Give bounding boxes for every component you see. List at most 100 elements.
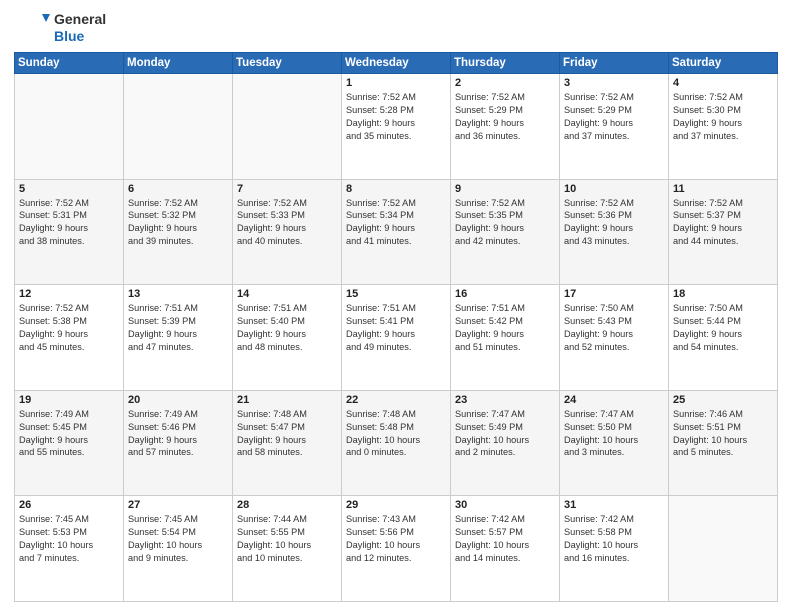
calendar-cell: 31Sunrise: 7:42 AM Sunset: 5:58 PM Dayli… bbox=[560, 496, 669, 602]
logo-blue: Blue bbox=[54, 28, 106, 45]
day-number: 10 bbox=[564, 183, 664, 195]
weekday-header-saturday: Saturday bbox=[669, 53, 778, 74]
calendar-cell: 24 Sunrise: 7:47 AM Sunset: 5:50 PM Dayli… bbox=[560, 390, 669, 496]
day-info: Sunrise: 7:52 AM Sunset: 5:36 PM Dayligh… bbox=[564, 197, 664, 249]
day-info: Sunrise: 7:47 AM Sunset: 5:49 PM Dayligh… bbox=[455, 408, 555, 460]
calendar-cell: 20 Sunrise: 7:49 AM Sunset: 5:46 PM Dayli… bbox=[124, 390, 233, 496]
calendar-cell: 3Sunrise: 7:52 AM Sunset: 5:29 PM Daylig… bbox=[560, 74, 669, 180]
day-number: 1 bbox=[346, 77, 446, 89]
day-info: Sunrise: 7:51 AM Sunset: 5:39 PM Dayligh… bbox=[128, 302, 228, 354]
calendar-cell: 18Sunrise: 7:50 AM Sunset: 5:44 PM Dayli… bbox=[669, 285, 778, 391]
day-number: 2 bbox=[455, 77, 555, 89]
calendar-cell bbox=[669, 496, 778, 602]
day-number: 28 bbox=[237, 499, 337, 511]
calendar-cell: 2 Sunrise: 7:52 AM Sunset: 5:29 PM Daylig… bbox=[451, 74, 560, 180]
weekday-header-thursday: Thursday bbox=[451, 53, 560, 74]
day-info: Sunrise: 7:48 AM Sunset: 5:48 PM Dayligh… bbox=[346, 408, 446, 460]
day-number: 20 bbox=[128, 394, 228, 406]
day-info: Sunrise: 7:52 AM Sunset: 5:29 PM Dayligh… bbox=[564, 91, 664, 143]
page-container: GeneralBlue SundayMondayTuesdayWednesday… bbox=[0, 0, 792, 612]
weekday-header-monday: Monday bbox=[124, 53, 233, 74]
calendar-cell: 17 Sunrise: 7:50 AM Sunset: 5:43 PM Dayli… bbox=[560, 285, 669, 391]
calendar-cell: 21 Sunrise: 7:48 AM Sunset: 5:47 PM Dayli… bbox=[233, 390, 342, 496]
calendar-cell: 9 Sunrise: 7:52 AM Sunset: 5:35 PM Daylig… bbox=[451, 179, 560, 285]
logo: GeneralBlue bbox=[14, 10, 106, 46]
day-number: 9 bbox=[455, 183, 555, 195]
day-info: Sunrise: 7:45 AM Sunset: 5:53 PM Dayligh… bbox=[19, 513, 119, 565]
calendar-cell: 27Sunrise: 7:45 AM Sunset: 5:54 PM Dayli… bbox=[124, 496, 233, 602]
calendar-cell: 8 Sunrise: 7:52 AM Sunset: 5:34 PM Daylig… bbox=[342, 179, 451, 285]
calendar-week-row: 12 Sunrise: 7:52 AM Sunset: 5:38 PM Dayli… bbox=[15, 285, 778, 391]
day-info: Sunrise: 7:50 AM Sunset: 5:44 PM Dayligh… bbox=[673, 302, 773, 354]
logo-svg bbox=[14, 10, 50, 46]
day-number: 24 bbox=[564, 394, 664, 406]
calendar-cell: 6Sunrise: 7:52 AM Sunset: 5:32 PM Daylig… bbox=[124, 179, 233, 285]
day-info: Sunrise: 7:52 AM Sunset: 5:35 PM Dayligh… bbox=[455, 197, 555, 249]
day-number: 26 bbox=[19, 499, 119, 511]
day-number: 13 bbox=[128, 288, 228, 300]
day-info: Sunrise: 7:51 AM Sunset: 5:40 PM Dayligh… bbox=[237, 302, 337, 354]
weekday-header-friday: Friday bbox=[560, 53, 669, 74]
calendar-cell: 5Sunrise: 7:52 AM Sunset: 5:31 PM Daylig… bbox=[15, 179, 124, 285]
day-info: Sunrise: 7:51 AM Sunset: 5:41 PM Dayligh… bbox=[346, 302, 446, 354]
calendar-cell: 13 Sunrise: 7:51 AM Sunset: 5:39 PM Dayli… bbox=[124, 285, 233, 391]
calendar-cell: 25Sunrise: 7:46 AM Sunset: 5:51 PM Dayli… bbox=[669, 390, 778, 496]
calendar-cell: 29Sunrise: 7:43 AM Sunset: 5:56 PM Dayli… bbox=[342, 496, 451, 602]
day-info: Sunrise: 7:48 AM Sunset: 5:47 PM Dayligh… bbox=[237, 408, 337, 460]
calendar-cell bbox=[15, 74, 124, 180]
day-number: 30 bbox=[455, 499, 555, 511]
day-info: Sunrise: 7:47 AM Sunset: 5:50 PM Dayligh… bbox=[564, 408, 664, 460]
calendar-cell: 23Sunrise: 7:47 AM Sunset: 5:49 PM Dayli… bbox=[451, 390, 560, 496]
day-number: 15 bbox=[346, 288, 446, 300]
day-info: Sunrise: 7:42 AM Sunset: 5:57 PM Dayligh… bbox=[455, 513, 555, 565]
day-info: Sunrise: 7:43 AM Sunset: 5:56 PM Dayligh… bbox=[346, 513, 446, 565]
day-number: 17 bbox=[564, 288, 664, 300]
day-info: Sunrise: 7:52 AM Sunset: 5:33 PM Dayligh… bbox=[237, 197, 337, 249]
day-number: 14 bbox=[237, 288, 337, 300]
calendar-cell: 4 Sunrise: 7:52 AM Sunset: 5:30 PM Daylig… bbox=[669, 74, 778, 180]
calendar-week-row: 1 Sunrise: 7:52 AM Sunset: 5:28 PM Daylig… bbox=[15, 74, 778, 180]
day-info: Sunrise: 7:52 AM Sunset: 5:29 PM Dayligh… bbox=[455, 91, 555, 143]
weekday-header-wednesday: Wednesday bbox=[342, 53, 451, 74]
day-number: 27 bbox=[128, 499, 228, 511]
logo-text: GeneralBlue bbox=[54, 11, 106, 45]
calendar-cell: 10 Sunrise: 7:52 AM Sunset: 5:36 PM Dayli… bbox=[560, 179, 669, 285]
day-info: Sunrise: 7:52 AM Sunset: 5:34 PM Dayligh… bbox=[346, 197, 446, 249]
logo-general: General bbox=[54, 11, 106, 28]
day-info: Sunrise: 7:52 AM Sunset: 5:28 PM Dayligh… bbox=[346, 91, 446, 143]
calendar-cell: 1 Sunrise: 7:52 AM Sunset: 5:28 PM Daylig… bbox=[342, 74, 451, 180]
day-number: 25 bbox=[673, 394, 773, 406]
calendar-cell: 7 Sunrise: 7:52 AM Sunset: 5:33 PM Daylig… bbox=[233, 179, 342, 285]
day-number: 8 bbox=[346, 183, 446, 195]
calendar-cell: 22 Sunrise: 7:48 AM Sunset: 5:48 PM Dayli… bbox=[342, 390, 451, 496]
day-info: Sunrise: 7:52 AM Sunset: 5:38 PM Dayligh… bbox=[19, 302, 119, 354]
day-number: 22 bbox=[346, 394, 446, 406]
calendar-cell bbox=[124, 74, 233, 180]
page-header: GeneralBlue bbox=[14, 10, 778, 46]
calendar-week-row: 26 Sunrise: 7:45 AM Sunset: 5:53 PM Dayli… bbox=[15, 496, 778, 602]
day-info: Sunrise: 7:52 AM Sunset: 5:31 PM Dayligh… bbox=[19, 197, 119, 249]
day-number: 21 bbox=[237, 394, 337, 406]
day-number: 19 bbox=[19, 394, 119, 406]
day-info: Sunrise: 7:52 AM Sunset: 5:30 PM Dayligh… bbox=[673, 91, 773, 143]
weekday-header-row: SundayMondayTuesdayWednesdayThursdayFrid… bbox=[15, 53, 778, 74]
calendar-week-row: 5Sunrise: 7:52 AM Sunset: 5:31 PM Daylig… bbox=[15, 179, 778, 285]
calendar-cell: 19Sunrise: 7:49 AM Sunset: 5:45 PM Dayli… bbox=[15, 390, 124, 496]
day-info: Sunrise: 7:49 AM Sunset: 5:46 PM Dayligh… bbox=[128, 408, 228, 460]
day-info: Sunrise: 7:50 AM Sunset: 5:43 PM Dayligh… bbox=[564, 302, 664, 354]
calendar-cell: 14 Sunrise: 7:51 AM Sunset: 5:40 PM Dayli… bbox=[233, 285, 342, 391]
calendar-cell: 28 Sunrise: 7:44 AM Sunset: 5:55 PM Dayli… bbox=[233, 496, 342, 602]
day-info: Sunrise: 7:52 AM Sunset: 5:32 PM Dayligh… bbox=[128, 197, 228, 249]
day-info: Sunrise: 7:52 AM Sunset: 5:37 PM Dayligh… bbox=[673, 197, 773, 249]
day-number: 16 bbox=[455, 288, 555, 300]
weekday-header-tuesday: Tuesday bbox=[233, 53, 342, 74]
calendar-cell: 16Sunrise: 7:51 AM Sunset: 5:42 PM Dayli… bbox=[451, 285, 560, 391]
calendar-cell: 11Sunrise: 7:52 AM Sunset: 5:37 PM Dayli… bbox=[669, 179, 778, 285]
day-number: 7 bbox=[237, 183, 337, 195]
calendar-cell: 15 Sunrise: 7:51 AM Sunset: 5:41 PM Dayli… bbox=[342, 285, 451, 391]
calendar-table: SundayMondayTuesdayWednesdayThursdayFrid… bbox=[14, 52, 778, 602]
day-number: 12 bbox=[19, 288, 119, 300]
day-number: 31 bbox=[564, 499, 664, 511]
day-info: Sunrise: 7:44 AM Sunset: 5:55 PM Dayligh… bbox=[237, 513, 337, 565]
day-number: 4 bbox=[673, 77, 773, 89]
